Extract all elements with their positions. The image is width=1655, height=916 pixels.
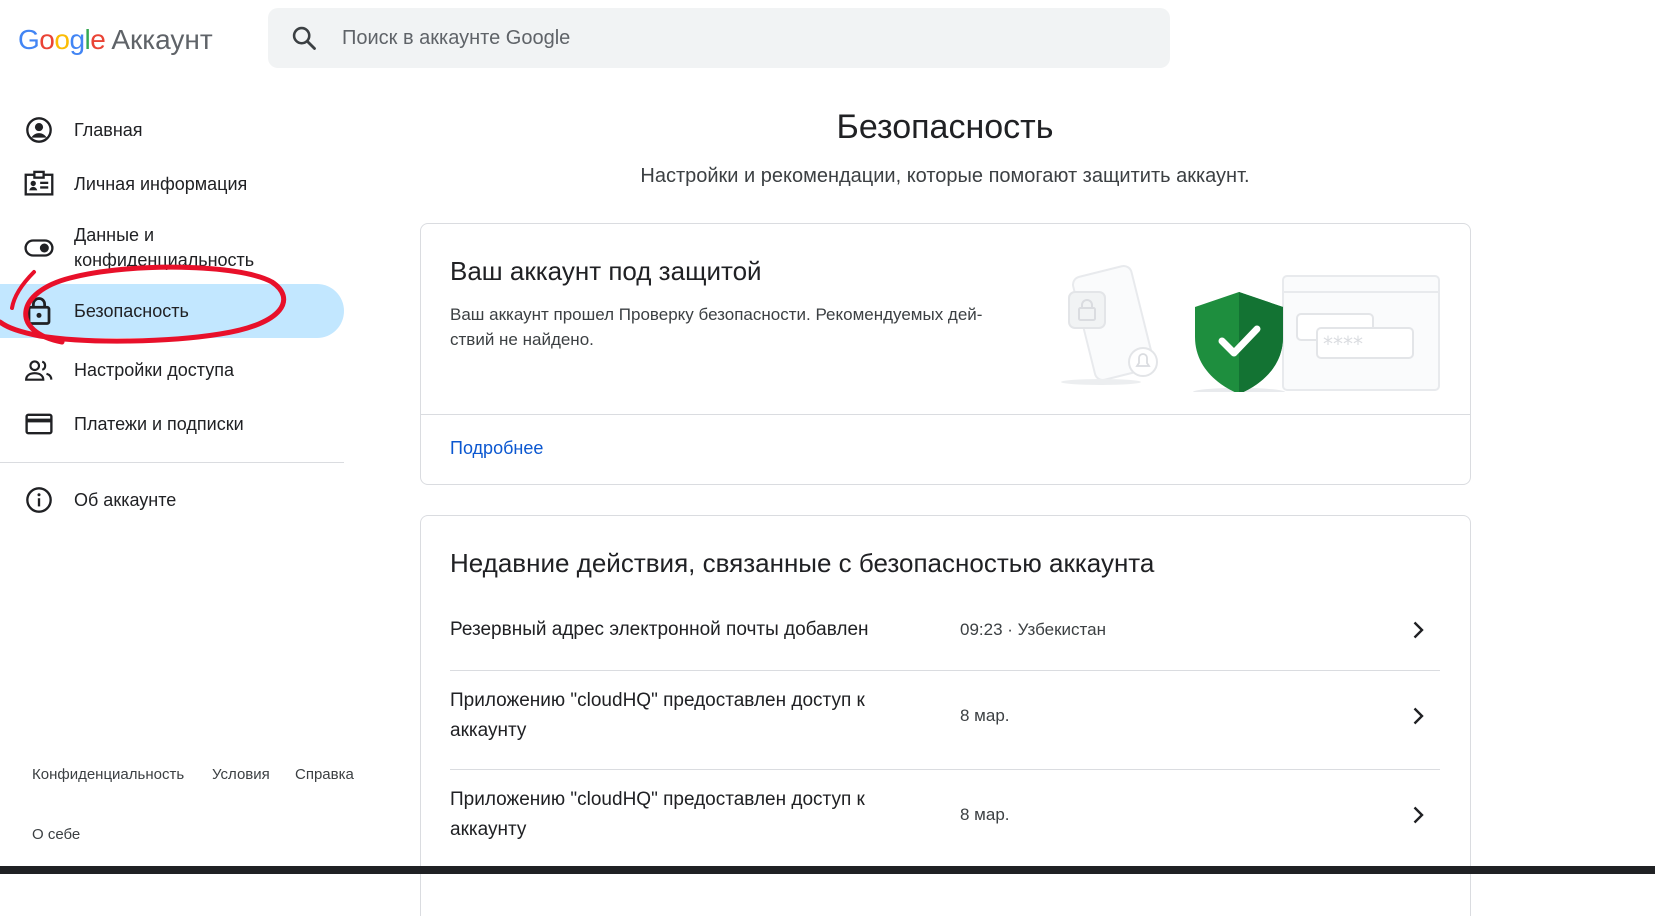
security-illustration: **** xyxy=(1061,264,1440,392)
footer-link-terms[interactable]: Условия xyxy=(212,766,270,783)
activity-text: Резервный адрес электронной почты добавл… xyxy=(450,619,869,640)
activity-row[interactable]: Резервный адрес электронной почты добавл… xyxy=(450,600,1440,660)
activity-row[interactable]: Приложению "cloudHQ" предоставлен доступ… xyxy=(450,678,1440,754)
account-circle-icon xyxy=(24,115,54,145)
footer-link-help[interactable]: Справка xyxy=(295,766,354,783)
id-card-icon xyxy=(24,169,54,199)
bottom-bar xyxy=(0,866,1655,874)
password-mask: **** xyxy=(1323,332,1363,356)
sidebar-item-label: Личная информация xyxy=(74,173,248,194)
sidebar-item-label: Платежи и подписки xyxy=(74,413,244,434)
card-title: Недавние действия, связанные с безопасно… xyxy=(450,548,1155,578)
sidebar-item-label: Об аккаунте xyxy=(74,489,177,510)
sidebar-divider xyxy=(0,462,344,463)
sidebar-item-data-privacy[interactable]: Данные и конфиденциальность xyxy=(0,220,344,276)
info-icon xyxy=(24,485,54,515)
sidebar-item-label: Главная xyxy=(74,119,143,140)
google-wordmark: Google xyxy=(18,24,106,56)
card-description: Ваш аккаунт прошел Проверку безопасности… xyxy=(450,305,983,349)
row-divider xyxy=(450,769,1440,770)
sidebar-item-sharing[interactable]: Настройки доступа xyxy=(0,350,344,390)
shield-check-icon xyxy=(1193,292,1285,392)
search-bar[interactable] xyxy=(268,8,1170,68)
logo-letter: o xyxy=(54,24,70,55)
google-account-logo[interactable]: Google Аккаунт xyxy=(18,20,213,60)
page-title: Безопасность xyxy=(836,108,1054,146)
logo-letter: G xyxy=(18,24,40,55)
chevron-right-icon xyxy=(1413,621,1424,639)
logo-letter: o xyxy=(39,24,55,55)
row-divider xyxy=(450,670,1440,671)
activity-row[interactable]: Приложению "cloudHQ" предоставлен доступ… xyxy=(450,777,1440,853)
chevron-right-icon xyxy=(1413,806,1424,824)
learn-more-link[interactable]: Подробнее xyxy=(450,438,543,459)
activity-text: Приложению "cloudHQ" предоставлен доступ… xyxy=(450,690,865,741)
credit-card-icon xyxy=(24,409,54,439)
sidebar-item-payments[interactable]: Платежи и подписки xyxy=(0,404,344,444)
activity-meta: 8 мар. xyxy=(960,805,1010,824)
activity-meta: 8 мар. xyxy=(960,706,1010,725)
sidebar-item-security[interactable]: Безопасность xyxy=(0,284,344,338)
activity-text: Приложению "cloudHQ" предоставлен доступ… xyxy=(450,789,865,840)
people-icon xyxy=(24,355,54,385)
card-title: Ваш аккаунт под защитой xyxy=(450,256,762,286)
account-protected-card: Ваш аккаунт под защитой Ваш аккаунт прош… xyxy=(420,223,1471,485)
search-icon[interactable] xyxy=(290,24,318,52)
sidebar-item-label: Данные и конфиденциальность xyxy=(74,225,255,270)
phone-lock-icon xyxy=(1061,264,1158,385)
password-window-icon: **** xyxy=(1282,275,1440,391)
recent-activity-card: Недавние действия, связанные с безопасно… xyxy=(420,515,1471,916)
logo-letter: g xyxy=(69,24,85,55)
toggle-icon xyxy=(24,233,54,263)
activity-meta: 09:23 · Узбекистан xyxy=(960,620,1106,639)
footer-link-about[interactable]: О себе xyxy=(32,826,80,843)
chevron-right-icon xyxy=(1413,707,1424,725)
sidebar-item-label: Настройки доступа xyxy=(74,359,234,380)
search-input[interactable] xyxy=(340,25,1144,51)
card-divider xyxy=(421,414,1470,415)
sidebar-item-personal-info[interactable]: Личная информация xyxy=(0,164,344,204)
page-subtitle: Настройки и рекомендации, которые помога… xyxy=(640,165,1250,187)
sidebar-item-home[interactable]: Главная xyxy=(0,110,344,150)
sidebar-item-label: Безопасность xyxy=(74,300,189,321)
lock-icon xyxy=(24,296,54,326)
sidebar-item-about[interactable]: Об аккаунте xyxy=(0,480,344,520)
footer-link-privacy[interactable]: Конфиденциальность xyxy=(32,766,184,783)
product-name: Аккаунт xyxy=(111,24,213,55)
logo-letter: e xyxy=(90,24,106,55)
